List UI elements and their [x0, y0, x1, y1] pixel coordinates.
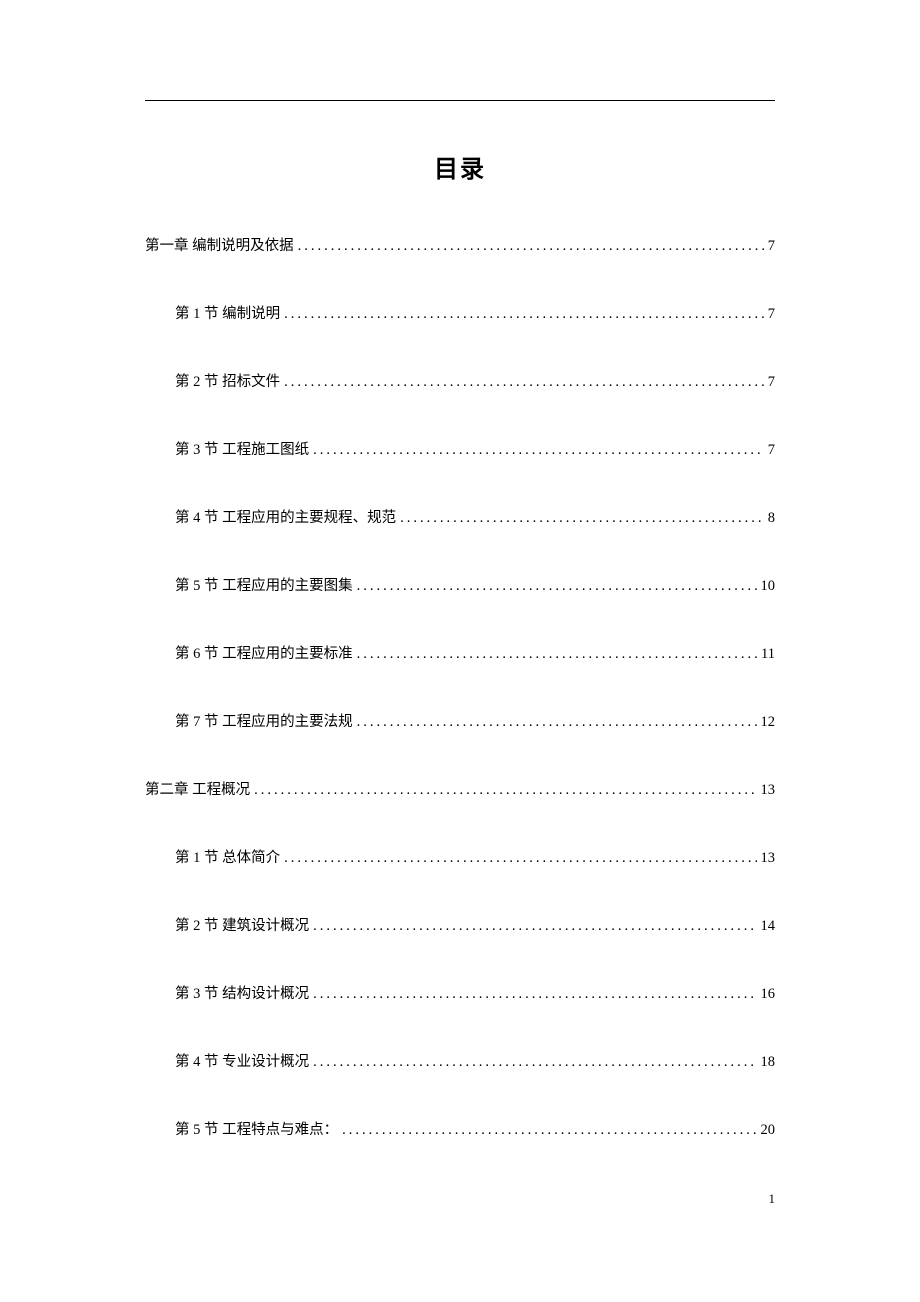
toc-entry-label: 第 3 节 结构设计概况: [175, 982, 309, 1003]
toc-entry-page: 20: [761, 1122, 776, 1139]
toc-entry-label: 第 5 节 工程应用的主要图集: [175, 574, 353, 595]
toc-entry-label: 第一章 编制说明及依据: [145, 234, 294, 255]
toc-entry-label: 第 6 节 工程应用的主要标准: [175, 642, 353, 663]
toc-entry-page: 13: [761, 782, 776, 799]
toc-leader-dots: [298, 238, 764, 255]
toc-leader-dots: [313, 986, 756, 1003]
toc-leader-dots: [284, 306, 764, 323]
document-page: 目录 第一章 编制说明及依据 7 第 1 节 编制说明 7 第 2 节 招标文件…: [0, 0, 920, 1302]
toc-entry: 第 7 节 工程应用的主要法规 12: [145, 710, 775, 731]
horizontal-rule: [145, 100, 775, 101]
toc-leader-dots: [313, 1054, 756, 1071]
toc-entry-page: 12: [761, 714, 776, 731]
toc-entry-label: 第 1 节 编制说明: [175, 302, 280, 323]
toc-entry-label: 第 3 节 工程施工图纸: [175, 438, 309, 459]
toc-entry: 第 5 节 工程特点与难点： 20: [145, 1118, 775, 1139]
toc-entry-label: 第 2 节 建筑设计概况: [175, 914, 309, 935]
toc-entry: 第 5 节 工程应用的主要图集 10: [145, 574, 775, 595]
toc-leader-dots: [357, 714, 757, 731]
toc-entry-page: 7: [768, 306, 775, 323]
toc-entry: 第 3 节 结构设计概况 16: [145, 982, 775, 1003]
toc-entry: 第 4 节 工程应用的主要规程、规范 8: [145, 506, 775, 527]
toc-entry-page: 7: [768, 442, 775, 459]
toc-entry: 第一章 编制说明及依据 7: [145, 234, 775, 255]
toc-entry-page: 7: [768, 238, 775, 255]
toc-entry-label: 第二章 工程概况: [145, 778, 250, 799]
toc-leader-dots: [284, 850, 756, 867]
toc-entry-page: 14: [761, 918, 776, 935]
toc-entry-label: 第 1 节 总体简介: [175, 846, 280, 867]
toc-entry-label: 第 5 节 工程特点与难点：: [175, 1118, 338, 1139]
toc-leader-dots: [313, 918, 756, 935]
toc-entry: 第 6 节 工程应用的主要标准 11: [145, 642, 775, 663]
table-of-contents: 第一章 编制说明及依据 7 第 1 节 编制说明 7 第 2 节 招标文件 7 …: [145, 234, 775, 1139]
page-number: 1: [769, 1191, 776, 1207]
toc-leader-dots: [313, 442, 764, 459]
toc-entry-page: 11: [761, 646, 775, 663]
toc-entry: 第 1 节 总体简介 13: [145, 846, 775, 867]
toc-entry: 第 1 节 编制说明 7: [145, 302, 775, 323]
toc-entry-page: 18: [761, 1054, 776, 1071]
toc-leader-dots: [284, 374, 764, 391]
toc-entry: 第 3 节 工程施工图纸 7: [145, 438, 775, 459]
toc-entry: 第 4 节 专业设计概况 18: [145, 1050, 775, 1071]
toc-entry-page: 7: [768, 374, 775, 391]
toc-entry-page: 8: [768, 510, 775, 527]
toc-entry-page: 16: [761, 986, 776, 1003]
toc-entry: 第 2 节 招标文件 7: [145, 370, 775, 391]
toc-leader-dots: [357, 578, 757, 595]
toc-entry-label: 第 4 节 专业设计概况: [175, 1050, 309, 1071]
toc-entry-label: 第 2 节 招标文件: [175, 370, 280, 391]
toc-leader-dots: [254, 782, 756, 799]
toc-leader-dots: [342, 1122, 756, 1139]
toc-leader-dots: [357, 646, 757, 663]
toc-leader-dots: [400, 510, 764, 527]
toc-entry-label: 第 4 节 工程应用的主要规程、规范: [175, 506, 396, 527]
toc-title: 目录: [145, 149, 775, 184]
toc-entry-page: 13: [761, 850, 776, 867]
toc-entry: 第二章 工程概况 13: [145, 778, 775, 799]
toc-entry-label: 第 7 节 工程应用的主要法规: [175, 710, 353, 731]
toc-entry: 第 2 节 建筑设计概况 14: [145, 914, 775, 935]
toc-entry-page: 10: [761, 578, 776, 595]
